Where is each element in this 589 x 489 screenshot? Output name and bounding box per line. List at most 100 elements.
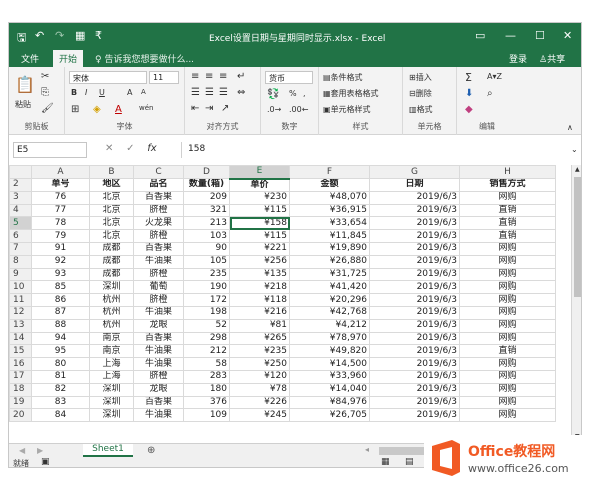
table-cell[interactable]: 脐橙 — [133, 267, 184, 282]
table-cell[interactable]: 直销 — [459, 203, 556, 218]
save-icon[interactable]: 🖫 — [17, 29, 26, 48]
row-header[interactable]: 4 — [9, 203, 32, 218]
table-cell[interactable]: 2019/6/3 — [369, 382, 460, 397]
row-header[interactable]: 6 — [9, 229, 32, 243]
table-cell[interactable]: ¥245 — [229, 408, 290, 423]
name-box[interactable]: E5 — [13, 142, 87, 158]
tab-home[interactable]: 开始 — [53, 50, 84, 67]
format-button[interactable]: ▥格式 — [409, 104, 433, 115]
scroll-thumb[interactable] — [574, 177, 581, 297]
table-cell[interactable]: 成都 — [89, 241, 134, 256]
fill-icon[interactable]: ⬇ — [465, 88, 473, 99]
table-cell[interactable]: 深圳 — [89, 408, 134, 423]
table-cell[interactable]: 91 — [31, 241, 90, 256]
table-cell[interactable]: 198 — [183, 305, 230, 320]
expand-formula-icon[interactable]: ⌄ — [571, 145, 578, 154]
table-cell[interactable]: ¥49,820 — [289, 344, 370, 359]
macro-record-icon[interactable]: ▣ — [41, 457, 50, 467]
paste-label[interactable]: 粘贴 — [15, 99, 31, 110]
form-icon[interactable]: ▦ — [75, 29, 85, 42]
table-cell[interactable]: 百香果 — [133, 395, 184, 410]
table-cell[interactable]: 2019/6/3 — [369, 280, 460, 295]
table-cell[interactable]: 77 — [31, 203, 90, 218]
row-header[interactable]: 5 — [9, 216, 32, 231]
column-header-g[interactable]: G — [369, 165, 460, 179]
font-name-select[interactable]: 宋体 — [69, 71, 147, 84]
table-cell[interactable]: 78 — [31, 216, 90, 231]
row-header[interactable]: 12 — [9, 305, 32, 320]
maximize-button[interactable]: ☐ — [535, 29, 545, 42]
table-cell[interactable]: 牛油果 — [133, 254, 184, 269]
table-cell[interactable]: 南京 — [89, 331, 134, 346]
table-cell[interactable]: 298 — [183, 331, 230, 346]
header-cell[interactable]: 单号 — [31, 178, 90, 192]
underline-button[interactable]: U — [99, 88, 105, 97]
table-cell[interactable]: 网购 — [459, 357, 556, 371]
redo-icon[interactable]: ↷ — [55, 29, 64, 42]
row-header[interactable]: 11 — [9, 293, 32, 307]
select-all-corner[interactable] — [9, 165, 32, 179]
delete-button[interactable]: ⊟删除 — [409, 88, 432, 99]
table-cell[interactable]: 杭州 — [89, 305, 134, 320]
table-cell[interactable]: ¥14,500 — [289, 357, 370, 371]
font-grow-button[interactable]: A — [127, 88, 132, 97]
table-cell[interactable]: 79 — [31, 229, 90, 243]
table-cell[interactable]: ¥218 — [229, 280, 290, 295]
row-header[interactable]: 18 — [9, 382, 32, 397]
table-cell[interactable]: 94 — [31, 331, 90, 346]
orientation-icon[interactable]: ↗ — [221, 103, 229, 114]
table-cell[interactable]: 牛油果 — [133, 408, 184, 423]
formula-input[interactable]: 158 — [181, 142, 567, 158]
table-cell[interactable]: 脐橙 — [133, 229, 184, 243]
increase-decimal-icon[interactable]: .0→ — [267, 105, 281, 114]
ribbon-display-icon[interactable]: ▭ — [475, 29, 485, 42]
insert-function-button[interactable]: fx — [147, 143, 156, 154]
table-cell[interactable]: 北京 — [89, 229, 134, 243]
page-layout-icon[interactable]: ▤ — [405, 457, 414, 467]
table-cell[interactable]: 2019/6/3 — [369, 203, 460, 218]
table-cell[interactable]: 网购 — [459, 318, 556, 333]
column-header-b[interactable]: B — [89, 165, 134, 179]
table-cell[interactable]: 2019/6/3 — [369, 293, 460, 307]
percent-button[interactable]: % — [289, 89, 297, 98]
insert-button[interactable]: ⊞插入 — [409, 72, 432, 83]
table-cell[interactable]: 网购 — [459, 395, 556, 410]
table-cell[interactable]: 葡萄 — [133, 280, 184, 295]
table-cell[interactable]: 2019/6/3 — [369, 395, 460, 410]
table-cell[interactable]: 脐橙 — [133, 203, 184, 218]
table-cell[interactable]: ¥118 — [229, 293, 290, 307]
table-cell[interactable]: 深圳 — [89, 395, 134, 410]
font-size-select[interactable]: 11 — [149, 71, 179, 84]
row-header[interactable]: 15 — [9, 344, 32, 359]
table-cell[interactable]: 网购 — [459, 267, 556, 282]
table-cell[interactable]: ¥19,890 — [289, 241, 370, 256]
table-cell[interactable]: ¥36,915 — [289, 203, 370, 218]
table-cell[interactable]: ¥20,296 — [289, 293, 370, 307]
paste-icon[interactable]: 📋 — [15, 75, 35, 94]
table-cell[interactable]: 网购 — [459, 293, 556, 307]
table-cell[interactable]: 2019/6/3 — [369, 331, 460, 346]
decrease-decimal-icon[interactable]: .00← — [289, 105, 308, 114]
decrease-indent-icon[interactable]: ⇤ — [191, 103, 199, 114]
table-cell[interactable]: 百香果 — [133, 331, 184, 346]
minimize-button[interactable]: — — [505, 29, 516, 42]
table-cell[interactable]: ¥26,880 — [289, 254, 370, 269]
table-cell[interactable]: 2019/6/3 — [369, 369, 460, 384]
table-cell[interactable]: 376 — [183, 395, 230, 410]
row-header[interactable]: 8 — [9, 254, 32, 269]
table-cell[interactable]: 直销 — [459, 216, 556, 231]
collapse-ribbon-icon[interactable]: ∧ — [567, 123, 573, 132]
row-header[interactable]: 19 — [9, 395, 32, 410]
column-header-h[interactable]: H — [459, 165, 556, 179]
conditional-format-button[interactable]: ▤条件格式 — [323, 72, 363, 83]
table-cell[interactable]: 180 — [183, 382, 230, 397]
table-cell[interactable]: ¥230 — [229, 190, 290, 205]
table-cell[interactable]: 脐橙 — [133, 369, 184, 384]
table-cell[interactable]: 成都 — [89, 254, 134, 269]
table-cell[interactable]: 2019/6/3 — [369, 408, 460, 423]
table-cell[interactable]: ¥14,040 — [289, 382, 370, 397]
table-cell[interactable]: 网购 — [459, 408, 556, 423]
table-cell[interactable]: ¥115 — [229, 229, 290, 243]
active-cell[interactable]: ¥158 — [229, 216, 290, 231]
table-cell[interactable]: 牛油果 — [133, 305, 184, 320]
